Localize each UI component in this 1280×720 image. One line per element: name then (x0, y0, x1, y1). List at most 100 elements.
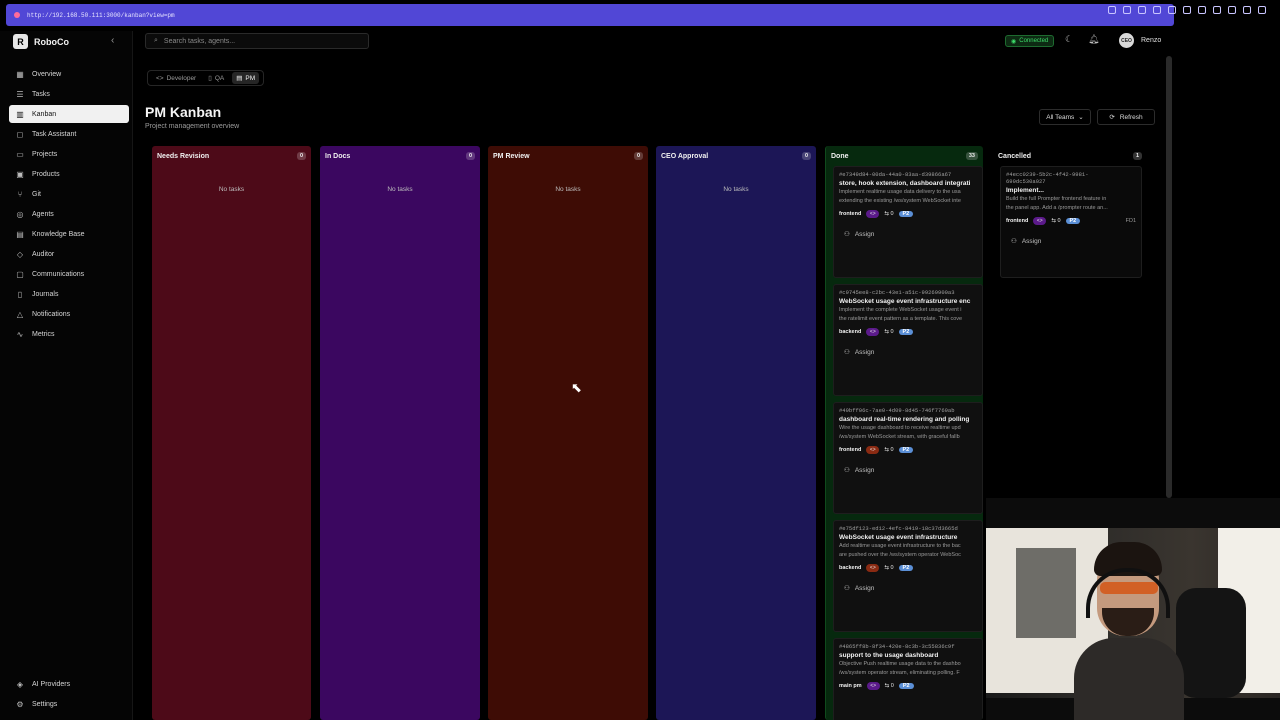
sidebar-item-settings[interactable]: ⚙ Settings (9, 695, 129, 713)
task-type-icon: <> (1033, 217, 1047, 226)
column-header: PM Review 0 (488, 146, 648, 166)
tab-icon: ▯ (208, 75, 212, 82)
comment-count: ⇆ 0 (884, 211, 893, 217)
sidebar-item-ai-providers[interactable]: ◈ AI Providers (9, 675, 129, 693)
tab-developer[interactable]: <> Developer (152, 73, 200, 84)
task-card[interactable]: #c9745ee8-c2bc-43e1-a51c-99269900a3 WebSo… (833, 284, 983, 396)
refresh-button[interactable]: ⟳ Refresh (1097, 109, 1155, 125)
task-card[interactable]: #4ecc0239-5b2c-4f42-9981- 699dc530a027 Imp… (1000, 166, 1142, 278)
sidebar-item-projects[interactable]: ▭ Projects (9, 145, 129, 163)
task-description: Add realtime usage event infrastructure … (839, 543, 961, 549)
assign-button[interactable]: ⚇ Assign (839, 584, 977, 593)
tab-label: QA (214, 74, 225, 82)
sidebar-item-overview[interactable]: ▦ Overview (9, 65, 129, 83)
app-name: RoboCo (34, 36, 69, 47)
sidebar-item-journals[interactable]: ▯ Journals (9, 285, 129, 303)
task-id: #4ecc0239-5b2c-4f42-9981- (1006, 171, 1089, 178)
sidebar-nav: ▦ Overview ☰ Tasks ▥ Kanban ◻ Task Assistant ▭ Pr… (9, 65, 129, 345)
extension-icon[interactable] (1123, 6, 1131, 14)
sidebar-item-agents[interactable]: ◎ Agents (9, 205, 129, 223)
sidebar-item-auditor[interactable]: ◇ Auditor (9, 245, 129, 263)
sidebar-item-knowledge-base[interactable]: ▤ Knowledge Base (9, 225, 129, 243)
extension-icon[interactable] (1108, 6, 1116, 14)
avatar[interactable]: CEO (1119, 33, 1134, 48)
assign-button[interactable]: ⚇ Assign (839, 230, 977, 239)
bot-icon: ◎ (16, 209, 24, 219)
task-card[interactable]: #49bff06c-7ae0-4d09-8d45-746f7769ab dashb… (833, 402, 983, 514)
kanban-column-needs-revision: Needs Revision 0 No tasks (152, 146, 311, 720)
kanban-column-pm-review: PM Review 0 No tasks (488, 146, 648, 720)
task-meta: frontend <> ⇆ 0 P2 (839, 446, 977, 455)
sidebar-item-label: Kanban (32, 110, 57, 118)
sidebar-item-notifications[interactable]: △ Notifications (9, 305, 129, 323)
task-description: Implement realtime usage data delivery t… (839, 189, 961, 195)
collapse-sidebar-icon[interactable]: ‹ (111, 35, 114, 46)
url-text[interactable]: http://192.168.50.111:3000/kanban?view=p… (27, 12, 175, 19)
sidebar-item-label: Settings (32, 700, 58, 708)
team-filter-value: All Teams (1046, 113, 1075, 121)
column-header: Needs Revision 0 (152, 146, 311, 166)
assign-button[interactable]: ⚇ Assign (839, 466, 977, 475)
sidebar-item-communications[interactable]: ▢ Communications (9, 265, 129, 283)
extension-icon[interactable] (1168, 6, 1176, 14)
task-description: extending the existing /ws/system WebSoc… (839, 198, 961, 205)
comment-count-value: 0 (890, 683, 894, 690)
extension-icon[interactable] (1258, 6, 1266, 14)
tab-pm[interactable]: ▤ PM (232, 72, 260, 84)
comment-count-value: 0 (890, 329, 894, 336)
task-title: support to the usage dashboard (839, 652, 939, 659)
task-meta: frontend <> ⇆ 0 P2 FD1 (1006, 217, 1136, 226)
column-header: Cancelled 1 (993, 146, 1147, 166)
sidebar-item-label: AI Providers (32, 680, 71, 688)
page-title: PM Kanban (145, 104, 222, 120)
refresh-icon: ⟳ (1109, 114, 1115, 121)
webcam-overlay (986, 498, 1280, 720)
sidebar-item-task-assistant[interactable]: ◻ Task Assistant (9, 125, 129, 143)
task-card[interactable]: #4865ff8b-8f34-420e-8c3b-3c55836c9f suppo… (833, 638, 983, 720)
team-filter-select[interactable]: All Teams ⌄ (1039, 109, 1091, 125)
task-meta: frontend <> ⇆ 0 P2 (839, 210, 977, 219)
user-name[interactable]: Renzo (1141, 37, 1161, 44)
comment-count: ⇆ 0 (884, 565, 893, 571)
extension-icon[interactable] (1138, 6, 1146, 14)
webcam-person-body (1074, 638, 1184, 720)
task-description: /ws/system operator stream, eliminating … (839, 670, 960, 677)
git-branch-icon: ⑂ (17, 189, 23, 199)
sidebar-item-label: Knowledge Base (32, 230, 85, 238)
sidebar-item-kanban[interactable]: ▥ Kanban (9, 105, 129, 123)
brand[interactable]: R RoboCo (13, 34, 69, 49)
assign-button[interactable]: ⚇ Assign (839, 348, 977, 357)
task-description: the ratelimit event pattern as a templat… (839, 316, 963, 323)
sidebar-item-label: Journals (32, 290, 59, 298)
search-input[interactable]: ⌕ Search tasks, agents... (145, 33, 369, 49)
sidebar-item-label: Tasks (32, 90, 50, 98)
sidebar-item-products[interactable]: ▣ Products (9, 165, 129, 183)
extension-icon[interactable] (1153, 6, 1161, 14)
assign-button[interactable]: ⚇ Assign (1006, 237, 1136, 246)
comment-count: ⇆ 0 (884, 329, 893, 335)
extension-icon[interactable] (1213, 6, 1221, 14)
folder-icon: ▭ (16, 149, 24, 159)
bell-icon[interactable]: 🔔︎ (1088, 34, 1099, 45)
task-card[interactable]: #e7349d84-00da-44a0-83aa-d39866a67 store,… (833, 166, 983, 278)
address-bar[interactable]: http://192.168.50.111:3000/kanban?view=p… (6, 4, 1174, 26)
user-plus-icon: ⚇ (1011, 238, 1017, 246)
search-placeholder: Search tasks, agents... (163, 37, 236, 45)
extension-icon[interactable] (1228, 6, 1236, 14)
extension-icon[interactable] (1243, 6, 1251, 14)
tab-qa[interactable]: ▯ QA (204, 72, 228, 84)
webcam-chair (1176, 588, 1246, 698)
sidebar-item-label: Projects (32, 150, 58, 158)
cpu-icon: ◈ (16, 679, 24, 689)
task-card[interactable]: #e75df123-ed12-4efc-8419-18c37d3665d WebS… (833, 520, 983, 632)
task-title: WebSocket usage event infrastructure enc (839, 298, 971, 305)
sidebar-item-git[interactable]: ⑂ Git (9, 185, 129, 203)
sidebar-item-tasks[interactable]: ☰ Tasks (9, 85, 129, 103)
theme-toggle-icon[interactable]: ☾ (1065, 34, 1073, 45)
priority-badge: P2 (898, 329, 914, 336)
top-bar: ⌕ Search tasks, agents... ◉ Connected ☾ … (133, 31, 1180, 51)
sidebar-item-metrics[interactable]: ∿ Metrics (9, 325, 129, 343)
extension-icon[interactable] (1198, 6, 1206, 14)
task-meta: backend <> ⇆ 0 P2 (839, 328, 977, 337)
extension-icon[interactable] (1183, 6, 1191, 14)
